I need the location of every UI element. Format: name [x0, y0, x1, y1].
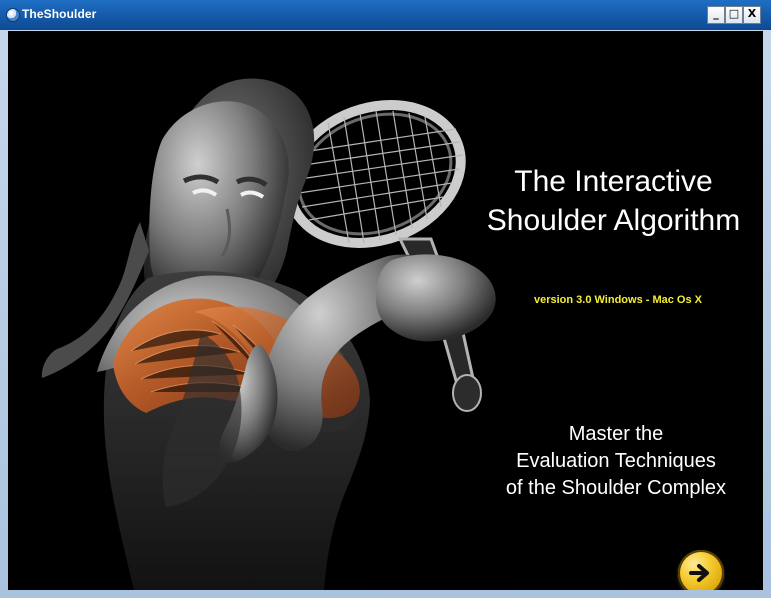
- titlebar[interactable]: TheShoulder _ □ X: [0, 0, 771, 30]
- app-title: The Interactive Shoulder Algorithm: [456, 162, 763, 240]
- splash-screen: The Interactive Shoulder Algorithm versi…: [8, 31, 763, 590]
- tagline-line-1: Master the: [568, 423, 664, 445]
- next-button[interactable]: [678, 550, 724, 590]
- tennis-player-illustration: [8, 31, 763, 590]
- hero-artwork: [8, 31, 763, 590]
- close-button[interactable]: X: [743, 6, 761, 24]
- arrow-right-icon: [689, 564, 709, 582]
- maximize-button[interactable]: □: [725, 6, 743, 24]
- window-title: TheShoulder: [22, 7, 97, 21]
- app-window: TheShoulder _ □ X The Interactive Should…: [0, 0, 771, 598]
- app-icon: [6, 8, 20, 22]
- tagline-line-2: Evaluation Techniques: [516, 450, 716, 472]
- window-controls: _ □ X: [707, 6, 765, 24]
- tagline: Master the Evaluation Techniques of the …: [471, 421, 761, 502]
- app-title-line-1: The Interactive: [514, 165, 713, 198]
- app-title-line-2: Shoulder Algorithm: [486, 204, 741, 237]
- version-label: version 3.0 Windows - Mac Os X: [533, 294, 702, 306]
- minimize-button[interactable]: _: [707, 6, 725, 24]
- tagline-line-3: of the Shoulder Complex: [505, 477, 727, 499]
